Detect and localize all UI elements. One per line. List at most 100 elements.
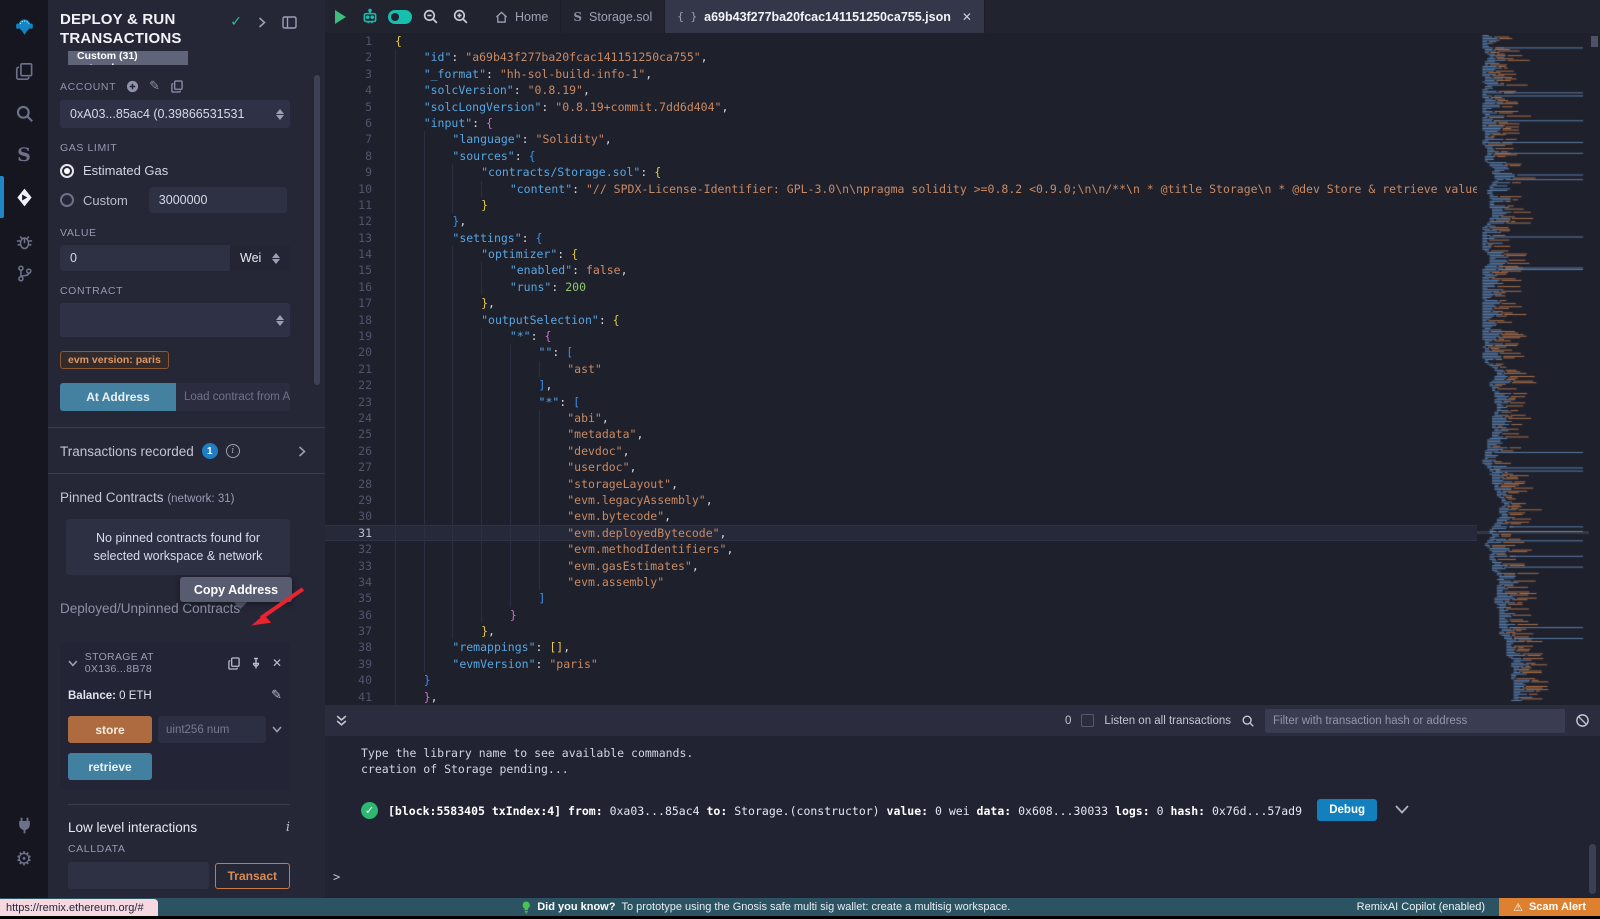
file-explorer-icon[interactable] xyxy=(0,54,48,88)
code-line[interactable]: 29 "evm.legacyAssembly", xyxy=(325,492,1477,508)
code-line[interactable]: 5 "solcLongVersion": "0.8.19+commit.7dd6… xyxy=(325,99,1477,115)
code-line[interactable]: 3 "_format": "hh-sol-build-info-1", xyxy=(325,66,1477,82)
account-stepper[interactable] xyxy=(276,109,284,120)
code-line[interactable]: 28 "storageLayout", xyxy=(325,476,1477,492)
zoom-out-icon[interactable] xyxy=(415,0,445,33)
plugin-manager-icon[interactable] xyxy=(0,808,48,842)
code-line[interactable]: 16 "runs": 200 xyxy=(325,279,1477,295)
zoom-in-icon[interactable] xyxy=(445,0,475,33)
code-line[interactable]: 9 "contracts/Storage.sol": { xyxy=(325,164,1477,180)
value-unit-select[interactable]: Wei xyxy=(230,245,290,271)
value-input[interactable]: 0 xyxy=(60,245,230,271)
ai-copilot-icon[interactable] xyxy=(355,0,385,33)
code-line[interactable]: 33 "evm.gasEstimates", xyxy=(325,558,1477,574)
code-line[interactable]: 31 "evm.deployedBytecode", xyxy=(325,525,1477,541)
code-line[interactable]: 2 "id": "a69b43f277ba20fcac141151250ca75… xyxy=(325,49,1477,65)
remove-contract-icon[interactable]: ✕ xyxy=(272,656,282,670)
code-line[interactable]: 8 "sources": { xyxy=(325,148,1477,164)
code-line[interactable]: 11 } xyxy=(325,197,1477,213)
code-line[interactable]: 14 "optimizer": { xyxy=(325,246,1477,262)
calldata-input[interactable] xyxy=(68,862,209,889)
code-line[interactable]: 21 "ast" xyxy=(325,361,1477,377)
copilot-toggle[interactable] xyxy=(385,0,415,33)
store-expand-chevron-icon[interactable] xyxy=(272,726,282,733)
tab-build-info-json[interactable]: { } a69b43f277ba20fcac141151250ca755.jso… xyxy=(665,0,985,33)
code-line[interactable]: 39 "evmVersion": "paris" xyxy=(325,656,1477,672)
code-line[interactable]: 7 "language": "Solidity", xyxy=(325,131,1477,147)
code-line[interactable]: 10 "content": "// SPDX-License-Identifie… xyxy=(325,181,1477,197)
tx-info-icon[interactable]: i xyxy=(226,444,240,458)
lowlevel-info-icon[interactable]: i xyxy=(286,820,290,835)
terminal-prompt[interactable]: > xyxy=(333,870,340,884)
code-line[interactable]: 13 "settings": { xyxy=(325,230,1477,246)
remix-logo-icon[interactable] xyxy=(0,6,48,46)
code-line[interactable]: 18 "outputSelection": { xyxy=(325,312,1477,328)
tab-storage-sol[interactable]: S Storage.sol xyxy=(561,0,665,33)
scam-alert-button[interactable]: ⚠ Scam Alert xyxy=(1499,898,1600,916)
retrieve-function-button[interactable]: retrieve xyxy=(68,753,152,780)
code-line[interactable]: 27 "userdoc", xyxy=(325,459,1477,475)
at-address-button[interactable]: At Address xyxy=(60,383,176,411)
git-icon[interactable] xyxy=(0,256,48,290)
code-line[interactable]: 12 }, xyxy=(325,213,1477,229)
code-line[interactable]: 23 "*": [ xyxy=(325,394,1477,410)
code-line[interactable]: 30 "evm.bytecode", xyxy=(325,508,1477,524)
deploy-run-icon[interactable] xyxy=(0,180,48,214)
code-line[interactable]: 17 }, xyxy=(325,295,1477,311)
code-line[interactable]: 32 "evm.methodIdentifiers", xyxy=(325,541,1477,557)
solidity-compiler-icon[interactable]: S xyxy=(0,138,48,172)
debug-button[interactable]: Debug xyxy=(1317,799,1377,821)
contract-instance-title[interactable]: STORAGE AT 0X136...8B78 xyxy=(85,651,221,675)
code-line[interactable]: 1{ xyxy=(325,33,1477,49)
load-contract-placeholder[interactable]: Load contract from Addre xyxy=(176,383,290,411)
unit-stepper[interactable] xyxy=(272,253,280,264)
add-account-icon[interactable] xyxy=(126,80,139,93)
editor-scrollbar-thumb[interactable] xyxy=(1591,36,1598,47)
transaction-log-row[interactable]: ✓ [block:5583405 txIndex:4] from: 0xa03.… xyxy=(361,803,1481,819)
code-line[interactable]: 4 "solcVersion": "0.8.19", xyxy=(325,82,1477,98)
panel-scrollbar[interactable] xyxy=(314,75,320,385)
tab-home[interactable]: Home xyxy=(483,0,561,33)
code-line[interactable]: 15 "enabled": false, xyxy=(325,262,1477,278)
collapse-chevron-icon[interactable] xyxy=(258,17,266,28)
search-icon[interactable] xyxy=(0,96,48,130)
minimap[interactable] xyxy=(1477,33,1589,705)
tx-expand-icon[interactable] xyxy=(1395,805,1409,814)
custom-gas-input[interactable]: 3000000 xyxy=(149,187,287,213)
code-line[interactable]: 37 }, xyxy=(325,623,1477,639)
code-line[interactable]: 35 ] xyxy=(325,590,1477,606)
code-editor[interactable]: 1{2 "id": "a69b43f277ba20fcac141151250ca… xyxy=(325,33,1477,705)
account-select[interactable]: 0xA03...85ac4 (0.39866531531 xyxy=(60,100,290,128)
pin-contract-icon[interactable] xyxy=(250,657,262,670)
contract-collapse-chevron-icon[interactable] xyxy=(68,660,78,667)
code-line[interactable]: 20 "": [ xyxy=(325,344,1477,360)
filter-input[interactable]: Filter with transaction hash or address xyxy=(1265,709,1565,733)
expand-terminal-icon[interactable] xyxy=(335,714,348,727)
code-line[interactable]: 36 } xyxy=(325,607,1477,623)
code-line[interactable]: 41 }, xyxy=(325,689,1477,705)
code-line[interactable]: 24 "abi", xyxy=(325,410,1477,426)
copy-account-icon[interactable] xyxy=(171,80,183,93)
transact-button[interactable]: Transact xyxy=(215,863,290,889)
code-line[interactable]: 34 "evm.assembly" xyxy=(325,574,1477,590)
code-line[interactable]: 6 "input": { xyxy=(325,115,1477,131)
settings-gear-icon[interactable]: ⚙ xyxy=(0,842,48,876)
debugger-icon[interactable] xyxy=(0,224,48,258)
store-function-button[interactable]: store xyxy=(68,716,152,743)
code-line[interactable]: 22 ], xyxy=(325,377,1477,393)
listen-checkbox[interactable] xyxy=(1081,714,1094,727)
store-arg-input[interactable]: uint256 num xyxy=(158,716,266,743)
code-line[interactable]: 25 "metadata", xyxy=(325,426,1477,442)
code-line[interactable]: 19 "*": { xyxy=(325,328,1477,344)
clear-console-icon[interactable] xyxy=(1575,713,1590,728)
edit-account-icon[interactable]: ✎ xyxy=(149,79,161,94)
estimated-gas-radio[interactable] xyxy=(60,164,74,178)
pin-panel-icon[interactable] xyxy=(282,16,297,29)
contract-select[interactable] xyxy=(60,303,290,337)
code-line[interactable]: 26 "devdoc", xyxy=(325,443,1477,459)
copy-address-icon[interactable] xyxy=(228,657,240,670)
tx-expand-chevron-icon[interactable] xyxy=(298,446,306,457)
close-tab-icon[interactable]: ✕ xyxy=(962,10,972,24)
edit-balance-icon[interactable]: ✎ xyxy=(271,688,282,703)
code-line[interactable]: 38 "remappings": [], xyxy=(325,639,1477,655)
